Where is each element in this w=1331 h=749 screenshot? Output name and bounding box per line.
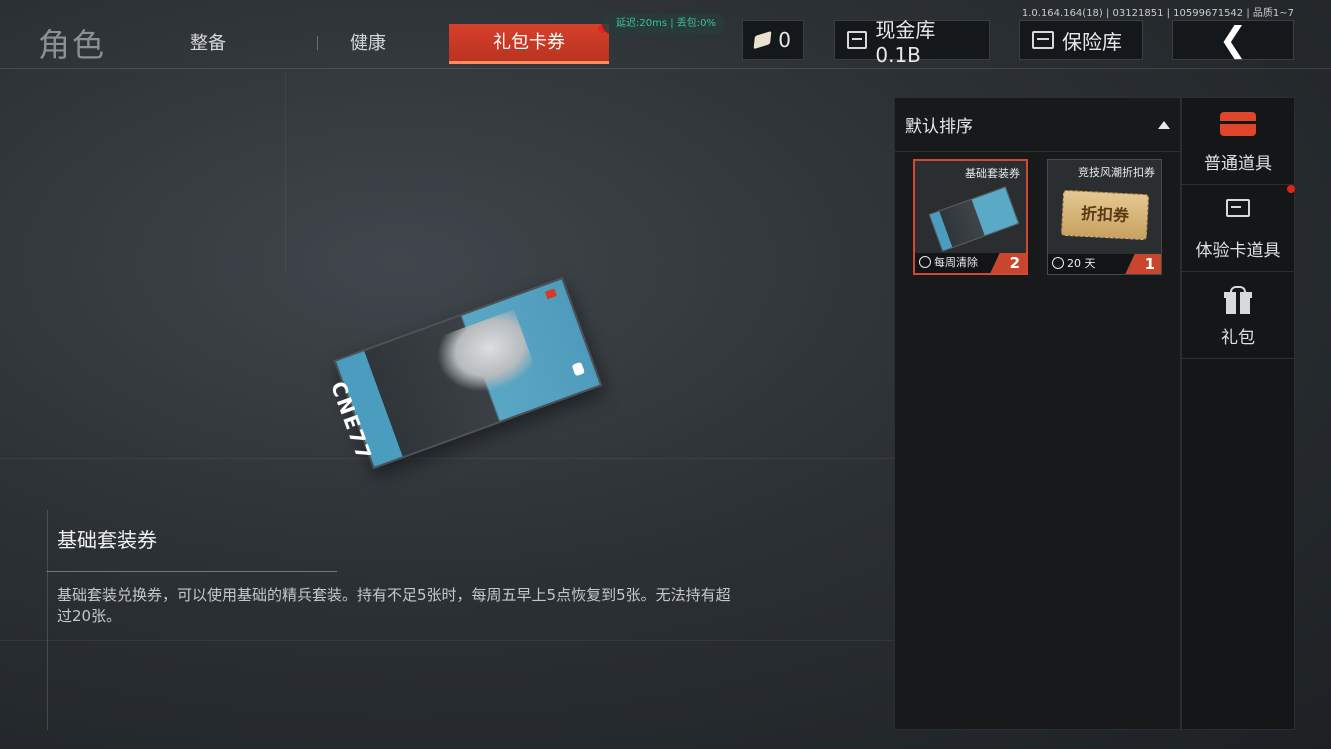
top-bar: 角色 整备 健康 礼包卡券 延迟:20ms | 丢包:0% 1.0.164.16… [0,0,1331,70]
inventory-panel: 默认排序 基础套装券 每周清除 2 折扣券 竞技风潮折扣券 20 天 1 [894,97,1181,730]
inventory-slot[interactable]: 基础套装券 每周清除 2 [913,159,1028,275]
cash-vault-button[interactable]: 现金库 0.1B [834,18,990,67]
sort-label: 默认排序 [905,117,973,137]
ticket-counter[interactable]: 0 [742,20,804,60]
item-title: 基础套装券 [57,528,157,552]
tab-equipment[interactable]: 整备 [168,24,318,64]
sidebar-item-normal-items[interactable]: 普通道具 [1182,98,1294,185]
tab-gift-coupons[interactable]: 礼包卡券 [449,24,609,64]
grid-line [0,458,894,459]
page-title: 角色 [38,26,107,64]
sidebar-item-gift-packs[interactable]: 礼包 [1182,272,1294,359]
version-label: 1.0.164.164(18) | 03121851 | 10599671542… [1021,8,1294,19]
grid-line [285,70,286,270]
chevron-left-icon: ❮ [1218,20,1248,60]
vault-label: 保险库 [1062,29,1122,54]
slot-count: 1 [1119,254,1161,274]
chest-icon [1220,112,1256,136]
network-status: 延迟:20ms | 丢包:0% [602,14,727,34]
sort-dropdown[interactable]: 默认排序 [895,98,1180,152]
sidebar-item-label: 礼包 [1221,328,1255,348]
sidebar-item-label: 普通道具 [1204,154,1272,174]
discount-ticket-thumbnail: 折扣券 [1060,189,1150,241]
inventory-slot[interactable]: 折扣券 竞技风潮折扣券 20 天 1 [1047,159,1162,275]
category-sidebar: 普通道具 体验卡道具 礼包 [1181,97,1295,730]
caret-up-icon [1158,120,1170,129]
ticket-icon [753,30,772,50]
coupon-card-thumbnail [928,186,1020,252]
card-mark [544,288,558,300]
safe-vault-button[interactable]: 保险库 [1019,20,1143,60]
item-description: 基础套装兑换券，可以使用基础的精兵套装。持有不足5张时，每周五早上5点恢复到5张… [57,586,731,625]
top-divider [0,68,1331,69]
cash-label: 现金库 0.1B [875,17,936,67]
sidebar-item-trial-cards[interactable]: 体验卡道具 [1182,185,1294,272]
card-badge [571,361,586,377]
soldier-art [429,309,538,406]
clock-icon [919,256,931,268]
back-button[interactable]: ❮ [1172,20,1294,60]
card-icon [1226,199,1250,217]
sidebar-item-label: 体验卡道具 [1195,241,1281,261]
slot-expiry: 20 天 [1067,257,1096,270]
vault-icon [1032,31,1054,49]
slot-count: 2 [984,253,1026,273]
slot-expiry: 每周清除 [934,256,978,269]
notification-dot [1287,185,1295,193]
slot-name: 竞技风潮折扣券 [1078,166,1155,179]
cash-icon [847,31,868,49]
clock-icon [1052,257,1064,269]
slot-name: 基础套装券 [965,167,1020,180]
title-underline [47,571,337,572]
ticket-count: 0 [778,28,791,52]
gift-icon [1224,286,1252,314]
tab-health[interactable]: 健康 [328,24,478,64]
